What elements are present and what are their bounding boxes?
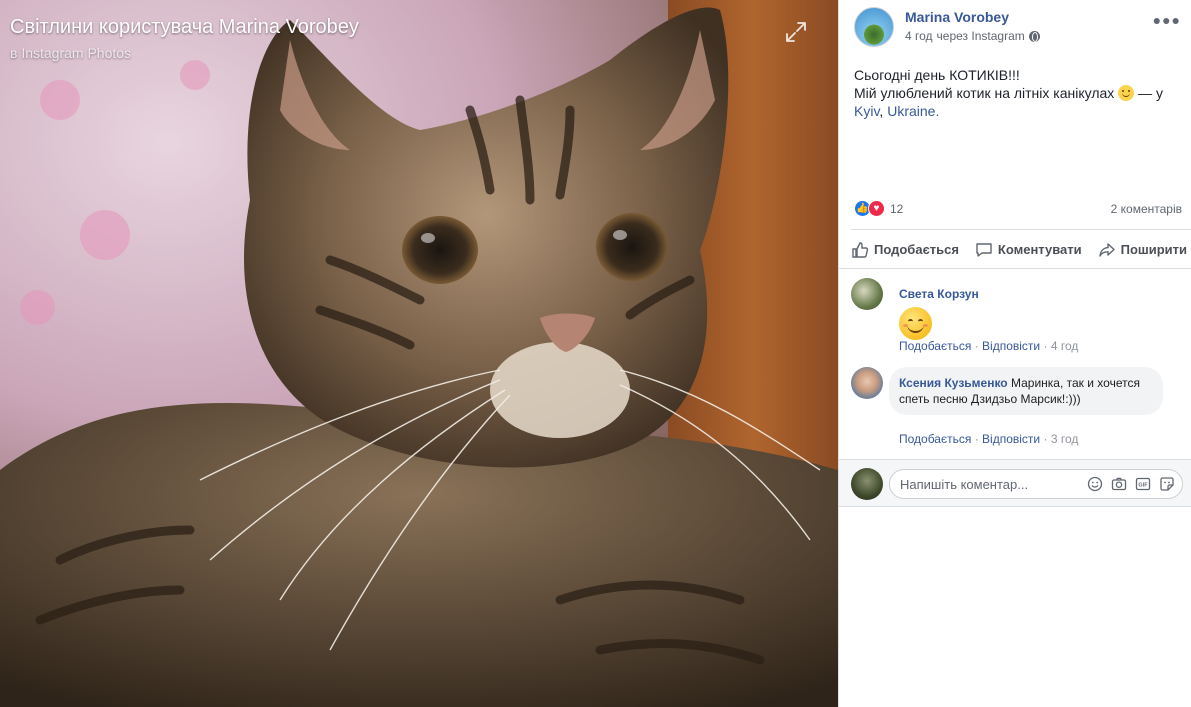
location-country-link[interactable]: Ukraine.	[887, 103, 939, 119]
post-meta: 4 год через Instagram	[905, 29, 1040, 43]
photo-album-source: в Instagram Photos	[10, 45, 131, 61]
emoji-picker-icon[interactable]	[1086, 475, 1104, 493]
album-link[interactable]: Instagram Photos	[21, 45, 131, 61]
comment-bubble: Ксения Кузьменко Маринка, так и хочется …	[889, 367, 1163, 415]
commenter-avatar[interactable]	[851, 367, 883, 399]
comment-like-link[interactable]: Подобається	[899, 339, 971, 353]
post-line-2-text: Мій улюблений котик на літніх канікулах	[854, 85, 1115, 101]
comments-section: Света Корзун Подобається · Відповісти · …	[839, 268, 1191, 507]
commenter-name[interactable]: Света Корзун	[899, 287, 979, 301]
comment-icon	[976, 242, 992, 257]
comment-time[interactable]: 3 год	[1051, 432, 1079, 446]
svg-text:GIF: GIF	[1138, 483, 1148, 489]
share-button[interactable]: Поширити	[1098, 241, 1187, 259]
comment-meta: Подобається · Відповісти · 3 год	[899, 432, 1079, 446]
commenter-name[interactable]: Ксения Кузьменко	[899, 376, 1008, 390]
post-time[interactable]: 4 год	[905, 29, 933, 43]
album-prefix: в	[10, 45, 18, 61]
thumbs-up-icon	[852, 241, 869, 258]
post-body: Сьогодні день КОТИКІВ!!! Мій улюблений к…	[854, 66, 1184, 120]
sticker-icon[interactable]	[1158, 475, 1176, 493]
post-line-2: Мій улюблений котик на літніх канікулах …	[854, 85, 1163, 119]
camera-icon[interactable]	[1110, 475, 1128, 493]
smile-emoji-icon	[1118, 85, 1135, 101]
author-avatar[interactable]	[854, 7, 894, 47]
share-button-label: Поширити	[1120, 242, 1187, 257]
post-actions: Подобається Коментувати Поширити	[851, 229, 1191, 269]
comment-like-link[interactable]: Подобається	[899, 432, 971, 446]
composer-tools: GIF	[1086, 475, 1182, 493]
post-sidebar: Marina Vorobey 4 год через Instagram ●●●…	[838, 0, 1191, 707]
post-via: через Instagram	[936, 29, 1025, 43]
share-icon	[1098, 242, 1115, 257]
comment-button[interactable]: Коментувати	[975, 241, 1082, 259]
comment-meta: Подобається · Відповісти · 4 год	[899, 339, 1079, 353]
comment-input-wrapper[interactable]: GIF	[889, 469, 1183, 499]
photo-viewer: Світлини користувача Marina Vorobey в In…	[0, 0, 1191, 707]
location-prefix: — у	[1138, 85, 1163, 101]
comments-count-link[interactable]: 2 коментарів	[1111, 202, 1182, 216]
cat-photo	[0, 7, 838, 707]
photo-pane[interactable]: Світлини користувача Marina Vorobey в In…	[0, 0, 838, 707]
globe-icon	[1028, 30, 1040, 42]
comment-time[interactable]: 4 год	[1051, 339, 1079, 353]
love-reaction-icon: ♥	[868, 200, 885, 217]
expand-icon[interactable]	[784, 20, 808, 44]
more-options-icon[interactable]: ●●●	[1153, 12, 1181, 28]
location-city-link[interactable]: Kyiv	[854, 103, 879, 119]
comment-reply-link[interactable]: Відповісти	[982, 339, 1040, 353]
author-name[interactable]: Marina Vorobey	[905, 9, 1009, 25]
like-button-label: Подобається	[874, 242, 959, 257]
post-line-1: Сьогодні день КОТИКІВ!!!	[854, 67, 1020, 83]
current-user-avatar	[851, 468, 883, 500]
commenter-avatar[interactable]	[851, 278, 883, 310]
comment-reply-link[interactable]: Відповісти	[982, 432, 1040, 446]
reactions-summary[interactable]: 👍 ♥ 12	[854, 200, 903, 217]
post-header: Marina Vorobey 4 год через Instagram ●●●	[839, 0, 1191, 60]
comment-composer: GIF	[839, 459, 1191, 507]
gif-icon[interactable]: GIF	[1134, 475, 1152, 493]
like-button[interactable]: Подобається	[851, 241, 959, 259]
smiling-emoji-icon	[899, 307, 932, 340]
reactions-count: 12	[890, 201, 904, 216]
comment-input[interactable]	[890, 476, 1080, 492]
comment-button-label: Коментувати	[997, 242, 1082, 257]
photo-title: Світлини користувача Marina Vorobey	[10, 16, 359, 38]
